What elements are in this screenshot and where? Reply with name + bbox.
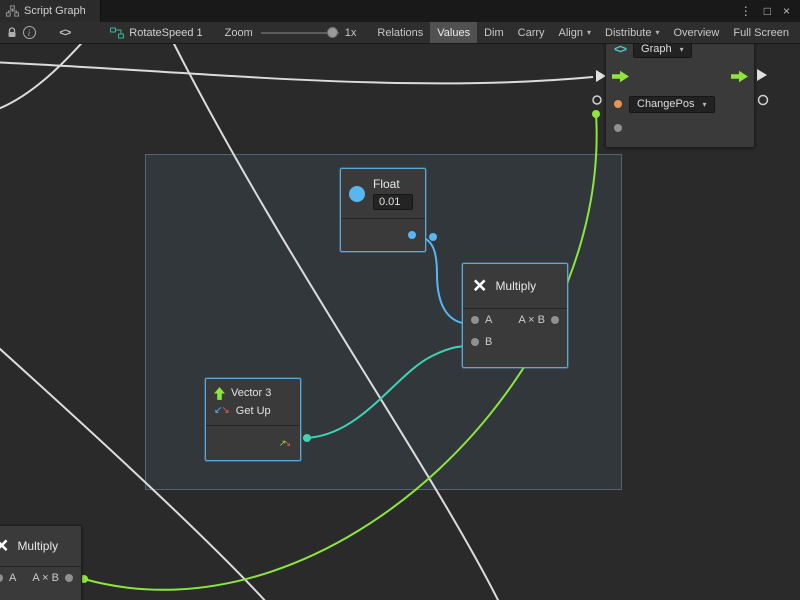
float-node[interactable]: Float 0.01 bbox=[340, 168, 426, 252]
output-label: A × B bbox=[518, 314, 545, 326]
set-variable-node[interactable]: <> Graph ▾ ChangePos ▾ bbox=[605, 44, 755, 148]
multiply-node-partial[interactable]: × Multiply A A × B bbox=[0, 525, 82, 600]
multiply-icon: × bbox=[473, 276, 486, 296]
graph-breadcrumb[interactable]: RotateSpeed 1 bbox=[110, 27, 202, 39]
visual-scripting-icon: <> bbox=[614, 44, 626, 56]
code-view-button[interactable]: <> bbox=[59, 27, 70, 39]
values-button[interactable]: Values bbox=[430, 22, 477, 44]
flow-out-triangle-icon[interactable] bbox=[757, 69, 767, 81]
variable-kind-value: Graph bbox=[641, 44, 672, 55]
distribute-dropdown[interactable]: Distribute ▾ bbox=[598, 22, 666, 44]
variable-kind-dropdown[interactable]: Graph ▾ bbox=[633, 44, 692, 58]
script-graph-window: Script Graph ⋮ □ × i <> RotateSpeed 1 bbox=[0, 0, 800, 600]
caret-down-icon: ▾ bbox=[655, 28, 659, 37]
window-menu-icon[interactable]: ⋮ bbox=[740, 5, 752, 17]
float-type-icon bbox=[349, 186, 365, 202]
vector3-to-multiply-wire[interactable] bbox=[303, 346, 471, 438]
float-node-title: Float bbox=[373, 177, 413, 191]
float-output-port[interactable] bbox=[408, 231, 416, 239]
caret-down-icon: ▾ bbox=[587, 28, 591, 37]
lock-icon bbox=[6, 27, 18, 39]
multiply-node-title: Multiply bbox=[17, 539, 58, 553]
vector3-axes-icon: ↙↘ bbox=[214, 406, 230, 416]
float-value-field[interactable]: 0.01 bbox=[373, 194, 413, 210]
caret-down-icon: ▾ bbox=[680, 45, 684, 54]
info-button[interactable]: i bbox=[21, 22, 38, 44]
graph-tab-icon bbox=[6, 5, 19, 17]
window-controls: ⋮ □ × bbox=[740, 5, 800, 17]
tab-script-graph[interactable]: Script Graph bbox=[0, 0, 101, 22]
close-icon[interactable]: × bbox=[783, 5, 790, 17]
zoom-slider-handle[interactable] bbox=[327, 27, 338, 38]
port-b-label: B bbox=[485, 336, 492, 348]
fullscreen-button[interactable]: Full Screen bbox=[726, 22, 796, 44]
variable-value-port[interactable] bbox=[614, 100, 622, 108]
info-icon: i bbox=[23, 26, 36, 39]
breadcrumb-label: RotateSpeed 1 bbox=[129, 27, 202, 39]
vector3-node-title: Vector 3 bbox=[231, 387, 271, 399]
carry-button[interactable]: Carry bbox=[511, 22, 552, 44]
flow-wire-diagonal[interactable] bbox=[170, 44, 500, 600]
zoom-slider[interactable] bbox=[261, 22, 339, 44]
port-a-label: A bbox=[485, 314, 492, 326]
multiply-node[interactable]: × Multiply A A × B B bbox=[462, 263, 568, 368]
up-arrow-icon bbox=[214, 387, 225, 400]
blue-wire-dot[interactable] bbox=[429, 233, 437, 241]
dim-button[interactable]: Dim bbox=[477, 22, 511, 44]
tab-title: Script Graph bbox=[24, 5, 86, 17]
flow-wire-to-set-variable[interactable] bbox=[0, 62, 593, 83]
lock-button[interactable] bbox=[4, 22, 21, 44]
overview-button[interactable]: Overview bbox=[667, 22, 727, 44]
multiply-icon: × bbox=[0, 536, 8, 556]
graph-canvas[interactable]: <> Graph ▾ ChangePos ▾ bbox=[0, 44, 800, 600]
zoom-value: 1x bbox=[345, 27, 357, 39]
zoom-label: Zoom bbox=[225, 27, 253, 39]
caret-down-icon: ▾ bbox=[703, 100, 707, 109]
flow-input-arrow-icon[interactable] bbox=[612, 70, 629, 83]
flow-output-arrow-icon[interactable] bbox=[731, 70, 748, 83]
vector3-get-up-node[interactable]: Vector 3 ↙↘ Get Up ↗↘ bbox=[205, 378, 301, 461]
titlebar: Script Graph ⋮ □ × bbox=[0, 0, 800, 22]
multiply-node-title: Multiply bbox=[495, 279, 536, 293]
variable-name-dropdown[interactable]: ChangePos ▾ bbox=[629, 96, 715, 113]
graph-toolbar: i <> RotateSpeed 1 Zoom 1x Relations Val… bbox=[0, 22, 800, 44]
align-dropdown[interactable]: Align ▾ bbox=[552, 22, 598, 44]
multiply-input-a-port[interactable] bbox=[0, 574, 3, 582]
output-port-ring[interactable] bbox=[759, 96, 768, 105]
flow-wire-top-left[interactable] bbox=[0, 44, 88, 112]
multiply-output-port[interactable] bbox=[65, 574, 73, 582]
multiply-input-b-port[interactable] bbox=[471, 338, 479, 346]
variable-name-value: ChangePos bbox=[637, 98, 695, 110]
input-port-ring[interactable] bbox=[593, 96, 601, 104]
output-label: A × B bbox=[32, 572, 59, 584]
green-wire-end-dot[interactable] bbox=[592, 110, 600, 118]
get-up-label: Get Up bbox=[236, 405, 271, 417]
multiply-output-port[interactable] bbox=[551, 316, 559, 324]
teal-wire-dot[interactable] bbox=[303, 434, 311, 442]
maximize-icon[interactable]: □ bbox=[764, 5, 771, 17]
multiply-input-a-port[interactable] bbox=[471, 316, 479, 324]
vector3-output-port[interactable]: ↗↘ bbox=[279, 439, 291, 448]
relations-button[interactable]: Relations bbox=[370, 22, 430, 44]
port-a-label: A bbox=[9, 572, 16, 584]
script-graph-icon bbox=[110, 27, 124, 39]
set-variable-output-port[interactable] bbox=[614, 124, 622, 132]
